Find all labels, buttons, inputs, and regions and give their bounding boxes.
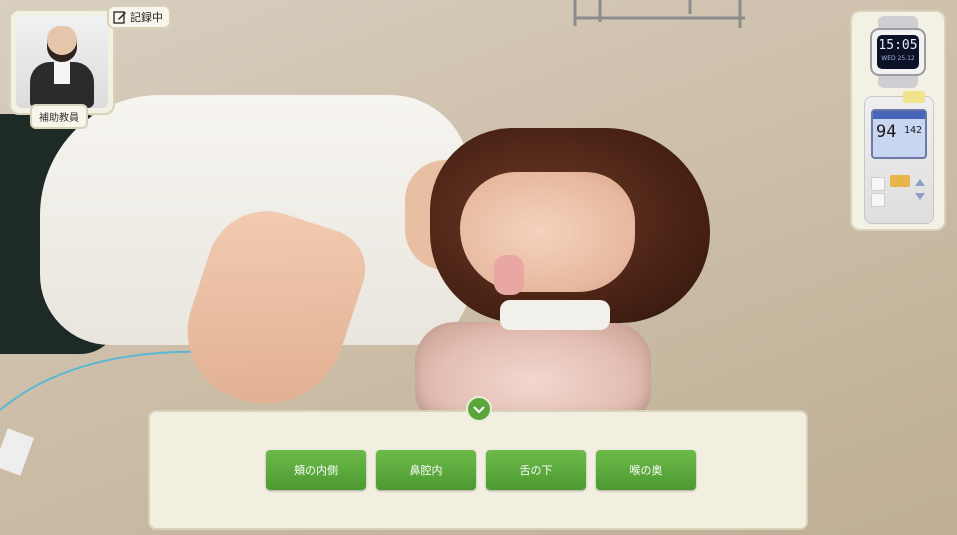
assistant-teacher-avatar bbox=[16, 16, 108, 108]
smartwatch[interactable]: 15:05 WED 25.12 bbox=[866, 16, 930, 88]
patient-collar bbox=[500, 300, 610, 330]
option-under-tongue-button[interactable]: 舌の下 bbox=[486, 450, 586, 490]
kidney-basin bbox=[415, 322, 651, 422]
option-cheek-inside-button[interactable]: 頬の内側 bbox=[266, 450, 366, 490]
oximeter-power-button bbox=[890, 175, 910, 187]
recording-button[interactable]: 記録中 bbox=[107, 5, 171, 29]
collapse-panel-button[interactable] bbox=[466, 396, 492, 422]
patient-face bbox=[460, 172, 635, 292]
oximeter-up-arrow-icon bbox=[915, 179, 925, 186]
chevron-down-icon bbox=[472, 400, 486, 419]
watch-date: WED 25.12 bbox=[881, 55, 915, 62]
assistant-teacher-label: 補助教員 bbox=[30, 104, 88, 129]
oximeter-down-arrow-icon bbox=[915, 193, 925, 200]
oximeter-screen: 94 142 bbox=[871, 109, 927, 159]
pulse-oximeter[interactable]: 94 142 bbox=[864, 91, 934, 224]
answer-choice-panel: 頬の内側 鼻腔内 舌の下 喉の奥 bbox=[148, 410, 808, 530]
watch-screen: 15:05 WED 25.12 bbox=[877, 35, 919, 69]
answer-options: 頬の内側 鼻腔内 舌の下 喉の奥 bbox=[266, 450, 696, 490]
pencil-icon bbox=[113, 10, 127, 24]
patient-mouth bbox=[494, 255, 524, 295]
recording-status-label: 記録中 bbox=[130, 11, 163, 24]
vital-devices-panel: 15:05 WED 25.12 94 142 bbox=[850, 10, 946, 231]
option-back-of-throat-button[interactable]: 喉の奥 bbox=[596, 450, 696, 490]
pulse-rate-value: 142 bbox=[904, 125, 923, 136]
assistant-teacher-card[interactable] bbox=[9, 9, 115, 115]
option-nasal-cavity-button[interactable]: 鼻腔内 bbox=[376, 450, 476, 490]
spo2-value: 94 bbox=[876, 122, 897, 142]
watch-time: 15:05 bbox=[878, 38, 918, 53]
